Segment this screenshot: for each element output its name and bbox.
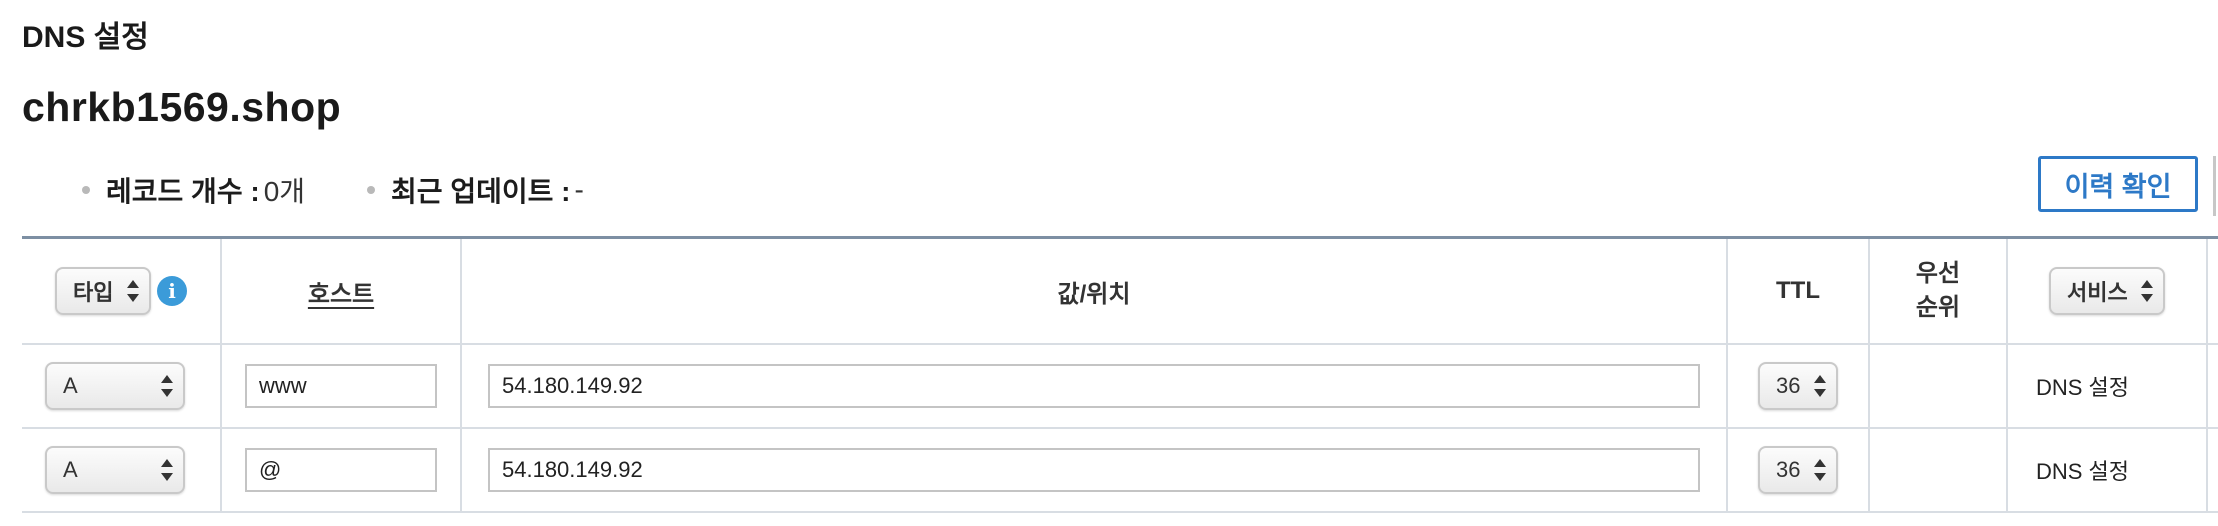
ttl-header: TTL: [1776, 277, 1820, 304]
table-row: A @ 54.180.149.92 3600 DNS 설정: [22, 429, 2218, 513]
updown-arrows-icon: [161, 375, 173, 397]
value-cell: 54.180.149.92: [462, 345, 1728, 427]
updown-arrows-icon: [161, 459, 173, 481]
record-summary: 레코드 개수 : 0개 최근 업데이트 : -: [82, 170, 646, 210]
type-cell: A: [22, 345, 222, 427]
service-cell: DNS 설정: [2008, 345, 2208, 427]
ttl-select[interactable]: 3600: [1758, 446, 1838, 494]
header-priority-cell: 우선 순위: [1870, 239, 2008, 343]
updown-arrows-icon: [2141, 280, 2153, 302]
priority-cell: [1870, 429, 2008, 511]
record-count-label: 레코드 개수 :: [106, 176, 260, 207]
record-type-select[interactable]: A: [45, 446, 185, 494]
record-type-value: A: [63, 373, 78, 398]
type-cell: A: [22, 429, 222, 511]
header-ttl-cell: TTL: [1728, 239, 1870, 343]
record-count: 레코드 개수 : 0개: [82, 170, 305, 210]
extra-cell: [2208, 345, 2218, 427]
edge-divider: [2213, 156, 2216, 216]
priority-header-line1: 우선: [1915, 260, 1961, 287]
ttl-value: 3600: [1776, 457, 1800, 482]
value-input[interactable]: 54.180.149.92: [488, 364, 1700, 408]
host-input[interactable]: www: [245, 364, 437, 408]
value-cell: 54.180.149.92: [462, 429, 1728, 511]
service-filter-select[interactable]: 서비스: [2049, 267, 2165, 315]
priority-header: 우선 순위: [1916, 257, 1960, 325]
extra-cell: [2208, 429, 2218, 511]
type-filter-select[interactable]: 타입: [55, 267, 151, 315]
host-header[interactable]: 호스트: [308, 274, 374, 309]
bullet-icon: [367, 186, 376, 194]
bullet-icon: [82, 186, 90, 194]
info-icon[interactable]: i: [157, 276, 187, 306]
service-cell: DNS 설정: [2008, 429, 2208, 511]
header-type-cell: 타입 i: [22, 239, 222, 343]
record-count-value: 0개: [263, 176, 306, 207]
record-type-value: A: [63, 457, 78, 482]
header-service-cell: 서비스: [2008, 239, 2208, 343]
table-header-row: 타입 i 호스트 값/위치 TTL 우선 순위 서비스: [22, 239, 2218, 345]
updown-arrows-icon: [1814, 375, 1826, 397]
host-cell: @: [222, 429, 462, 511]
table-row: A www 54.180.149.92 3600 DNS 설정: [22, 345, 2218, 429]
header-value-cell: 값/위치: [462, 239, 1728, 343]
host-input[interactable]: @: [245, 448, 437, 492]
domain-title: chrkb1569.shop: [22, 84, 342, 130]
last-update-label: 최근 업데이트 :: [391, 176, 571, 207]
section-title: DNS 설정: [22, 21, 149, 54]
host-cell: www: [222, 345, 462, 427]
type-filter-label: 타입: [73, 280, 113, 305]
value-header: 값/위치: [1057, 280, 1131, 308]
ttl-cell: 3600: [1728, 429, 1870, 511]
updown-arrows-icon: [1814, 459, 1826, 481]
priority-cell: [1870, 345, 2008, 427]
service-filter-label: 서비스: [2067, 280, 2127, 305]
header-extra-cell: [2208, 239, 2218, 343]
ttl-select[interactable]: 3600: [1758, 362, 1838, 410]
last-update-value: -: [574, 174, 584, 205]
last-update: 최근 업데이트 : -: [367, 170, 584, 210]
history-button[interactable]: 이력 확인: [2038, 156, 2198, 212]
ttl-value: 3600: [1776, 373, 1800, 398]
updown-arrows-icon: [127, 280, 139, 302]
dns-record-table: 타입 i 호스트 값/위치 TTL 우선 순위 서비스 A www 54.180…: [22, 236, 2218, 513]
record-type-select[interactable]: A: [45, 362, 185, 410]
ttl-cell: 3600: [1728, 345, 1870, 427]
value-input[interactable]: 54.180.149.92: [488, 448, 1700, 492]
header-host-cell: 호스트: [222, 239, 462, 343]
priority-header-line2: 순위: [1915, 294, 1961, 321]
